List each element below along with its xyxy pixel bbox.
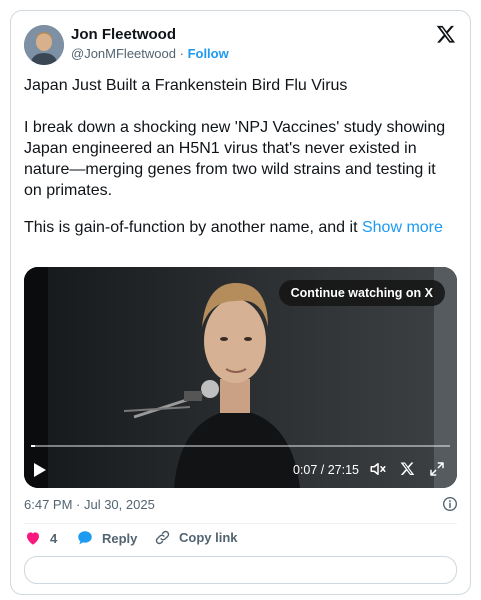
post-truncated-text: This is gain-of-function by another name…	[24, 219, 358, 236]
x-logo-icon[interactable]	[436, 24, 456, 44]
speech-bubble-icon	[78, 531, 92, 545]
post-title: Japan Just Built a Frankenstein Bird Flu…	[24, 77, 348, 94]
x-logo-small-icon[interactable]	[400, 461, 415, 476]
post-timestamp[interactable]: 6:47 PM · Jul 30, 2025	[24, 497, 155, 512]
author-handle-line: @JonMFleetwood · Follow	[71, 46, 229, 61]
info-icon[interactable]	[442, 496, 458, 512]
play-icon[interactable]	[33, 462, 47, 478]
post-paragraph: I break down a shocking new 'NPJ Vaccine…	[24, 119, 446, 199]
follow-button[interactable]: Follow	[188, 46, 229, 61]
post-truncated-line: This is gain-of-function by another name…	[24, 217, 454, 238]
continue-watching-button[interactable]: Continue watching on X	[278, 280, 445, 306]
divider	[24, 523, 457, 524]
author-name[interactable]: Jon Fleetwood	[71, 26, 176, 43]
progress-bar[interactable]	[31, 445, 450, 447]
volume-icon[interactable]	[369, 460, 387, 478]
link-icon	[155, 530, 170, 545]
video-player[interactable]: Continue watching on X 0:07 / 27:15	[24, 267, 457, 488]
fullscreen-icon[interactable]	[429, 461, 445, 477]
like-count: 4	[50, 530, 58, 546]
reply-label: Reply	[102, 530, 138, 546]
author-handle[interactable]: @JonMFleetwood	[71, 46, 176, 61]
copy-link-button[interactable]: Copy link	[154, 529, 238, 546]
separator-dot: ·	[179, 46, 184, 61]
video-time: 0:07 / 27:15	[292, 463, 359, 477]
heart-icon	[27, 532, 39, 545]
show-more-link[interactable]: Show more	[362, 219, 443, 236]
progress-fill	[31, 445, 36, 447]
reply-button[interactable]: Reply	[76, 529, 137, 547]
copy-link-label: Copy link	[179, 530, 238, 545]
like-button[interactable]: 4	[24, 529, 57, 547]
avatar[interactable]	[24, 25, 64, 65]
tweet-card: Jon Fleetwood @JonMFleetwood · Follow Ja…	[10, 10, 471, 595]
read-replies-button[interactable]	[24, 556, 457, 584]
